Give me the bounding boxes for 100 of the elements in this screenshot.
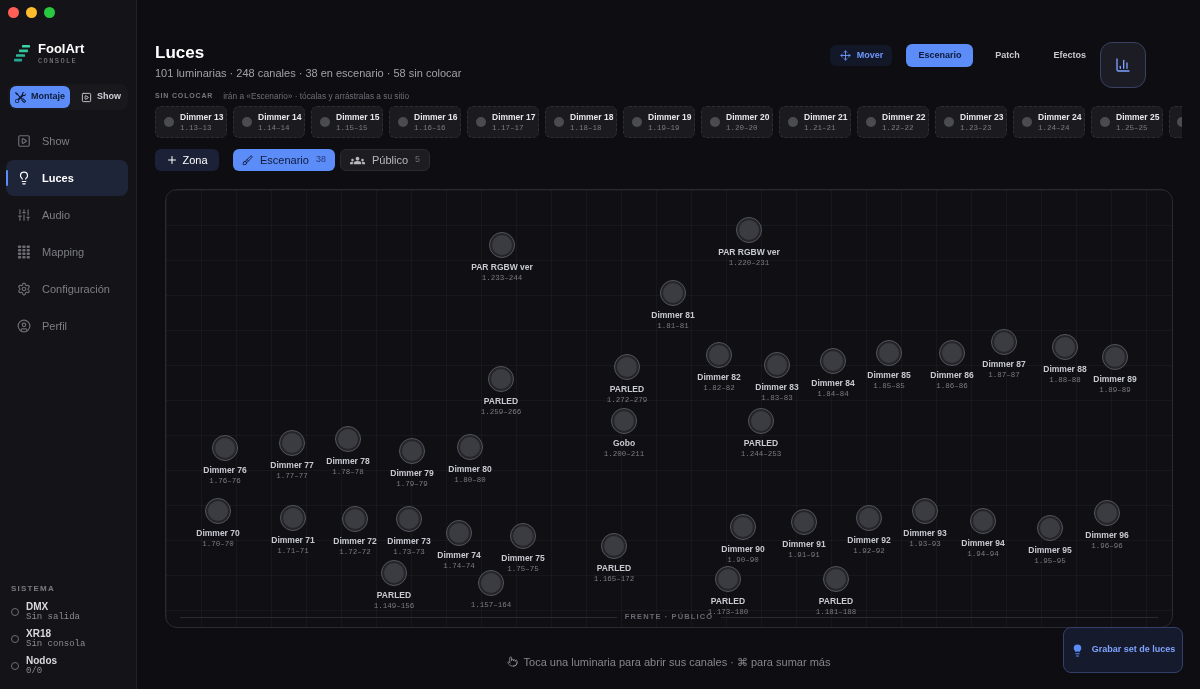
section-title: SISTEMA [11, 584, 55, 594]
grid-icon [17, 245, 31, 259]
fixture-marker-icon[interactable] [205, 498, 231, 524]
fixture-name: Dimmer 72 [333, 536, 377, 547]
settings-icon [17, 282, 31, 296]
fixture-name: Dimmer 89 [1093, 374, 1137, 385]
fixture-marker-icon[interactable] [212, 435, 238, 461]
fixture-marker-icon[interactable] [280, 505, 306, 531]
user-icon [17, 319, 31, 333]
fixture-name: PARLED [818, 596, 854, 607]
fixture-chip-edge[interactable] [1169, 106, 1182, 138]
system-status: Sin consola [26, 639, 86, 650]
fixture-marker-icon[interactable] [457, 434, 483, 460]
fixture-marker-icon[interactable] [912, 498, 938, 524]
system-name: Nodos [26, 655, 58, 666]
fixture-marker-icon[interactable] [611, 408, 637, 434]
fixture-name: Dimmer 88 [1043, 364, 1087, 375]
page-title: Luces [155, 43, 205, 63]
move-button[interactable]: Mover [830, 45, 893, 66]
sidebar-item[interactable]: Perfil [6, 308, 128, 344]
fixture-marker-icon[interactable] [856, 505, 882, 531]
fixture-name: Dimmer 81 [651, 310, 695, 321]
fixture-marker-icon[interactable] [1102, 344, 1128, 370]
view-tab[interactable]: Efectos [1041, 44, 1098, 67]
move-icon [839, 50, 851, 61]
fixture-marker-icon[interactable] [335, 426, 361, 452]
record-lights-button[interactable]: Grabar set de luces [1063, 627, 1183, 673]
fixture-name: Dimmer 92 [847, 535, 891, 546]
view-tab[interactable]: Escenario [906, 44, 974, 67]
fixture-marker-icon[interactable] [342, 506, 368, 532]
fixture-marker-icon[interactable] [820, 348, 846, 374]
fixture-marker-icon[interactable] [764, 352, 790, 378]
fixture-name: Dimmer 75 [501, 553, 545, 564]
fixture-name: PARLED [596, 563, 632, 574]
pointer-hand-icon [506, 656, 518, 667]
fixture-name: PARLED [743, 438, 779, 449]
add-zone-button[interactable]: Zona [155, 149, 219, 171]
fixture-marker-icon[interactable] [876, 340, 902, 366]
fixture-name: Dimmer 73 [387, 536, 431, 547]
fixture-marker-icon[interactable] [748, 408, 774, 434]
mode-tab[interactable]: Show [76, 86, 126, 108]
fixture-name: Dimmer 82 [697, 372, 741, 383]
sidebar-item[interactable]: Configuración [6, 271, 128, 307]
fixture-name: Dimmer 83 [755, 382, 799, 393]
mode-tab[interactable]: Montaje [10, 86, 70, 108]
fixture-marker-icon[interactable] [660, 280, 686, 306]
fixture-marker-icon[interactable] [991, 329, 1017, 355]
view-tab[interactable]: Patch [979, 44, 1036, 67]
fixture-name: PAR RGBW ver [471, 262, 533, 273]
fixture-marker-icon[interactable] [279, 430, 305, 456]
fixture-name: Dimmer 95 [1028, 545, 1072, 556]
hint-text: Toca una luminaria para abrir sus canales · ⌘ para sumar más [523, 654, 831, 669]
fixture-marker-icon[interactable] [736, 217, 762, 243]
fixture-name: PARLED [609, 384, 645, 395]
fixture-marker-icon[interactable] [381, 560, 407, 586]
fixture-marker-icon[interactable] [1037, 515, 1063, 541]
fixture-name: Dimmer 86 [930, 370, 974, 381]
zone-tab[interactable]: Escenario 38 [233, 149, 335, 171]
system-name: XR18 [26, 628, 51, 639]
fixture-marker-icon[interactable] [614, 354, 640, 380]
fixture-marker-icon[interactable] [706, 342, 732, 368]
fixture-marker-icon[interactable] [823, 566, 849, 592]
fixture-marker-icon[interactable] [730, 514, 756, 540]
fixture-marker-icon[interactable] [1052, 334, 1078, 360]
sidebar-item[interactable]: Show [6, 123, 128, 159]
fixture-name: PARLED [376, 590, 412, 601]
fixture-marker-icon[interactable] [396, 506, 422, 532]
fixture-marker-icon[interactable] [510, 523, 536, 549]
page-summary: 101 luminarias · 248 canales · 38 en escenario · 58 sin colocar [155, 66, 462, 80]
sidebar-item[interactable]: Audio [6, 197, 128, 233]
sidebar-item[interactable]: Mapping [6, 234, 128, 270]
play-square-icon [17, 134, 31, 148]
zone-tab[interactable]: Público 5 [339, 149, 431, 171]
minimize-window-icon[interactable] [26, 7, 37, 18]
fixture-marker-icon[interactable] [488, 366, 514, 392]
fixture-marker-icon[interactable] [970, 508, 996, 534]
fixture-name: Dimmer 94 [961, 538, 1005, 549]
fixture-marker-icon[interactable] [478, 570, 504, 596]
fixture-marker-icon[interactable] [939, 340, 965, 366]
fixture-marker-icon[interactable] [399, 438, 425, 464]
system-status: Sin salida [26, 612, 80, 623]
fixture-name: Dimmer 90 [721, 544, 765, 555]
brush-icon [242, 154, 253, 166]
lightbulb-icon [17, 171, 31, 185]
close-window-icon[interactable] [8, 7, 19, 18]
fixture-name: Dimmer 80 [448, 464, 492, 475]
fixture-marker-icon[interactable] [1094, 500, 1120, 526]
bar-chart-icon [1115, 57, 1131, 73]
fixture-marker-icon[interactable] [489, 232, 515, 258]
zoom-window-icon[interactable] [44, 7, 55, 18]
fixture-marker-icon[interactable] [601, 533, 627, 559]
fixture-name: PAR RGBW ver [718, 247, 780, 258]
fixture-marker-icon[interactable] [715, 566, 741, 592]
fixture-marker-icon[interactable] [446, 520, 472, 546]
sidebar-item[interactable]: Luces [6, 160, 128, 196]
logo-icon [14, 45, 30, 62]
chart-button[interactable] [1100, 42, 1146, 88]
fixture-marker-icon[interactable] [791, 509, 817, 535]
fixture-name: Dimmer 87 [982, 359, 1026, 370]
fixture-name: Dimmer 78 [326, 456, 370, 467]
